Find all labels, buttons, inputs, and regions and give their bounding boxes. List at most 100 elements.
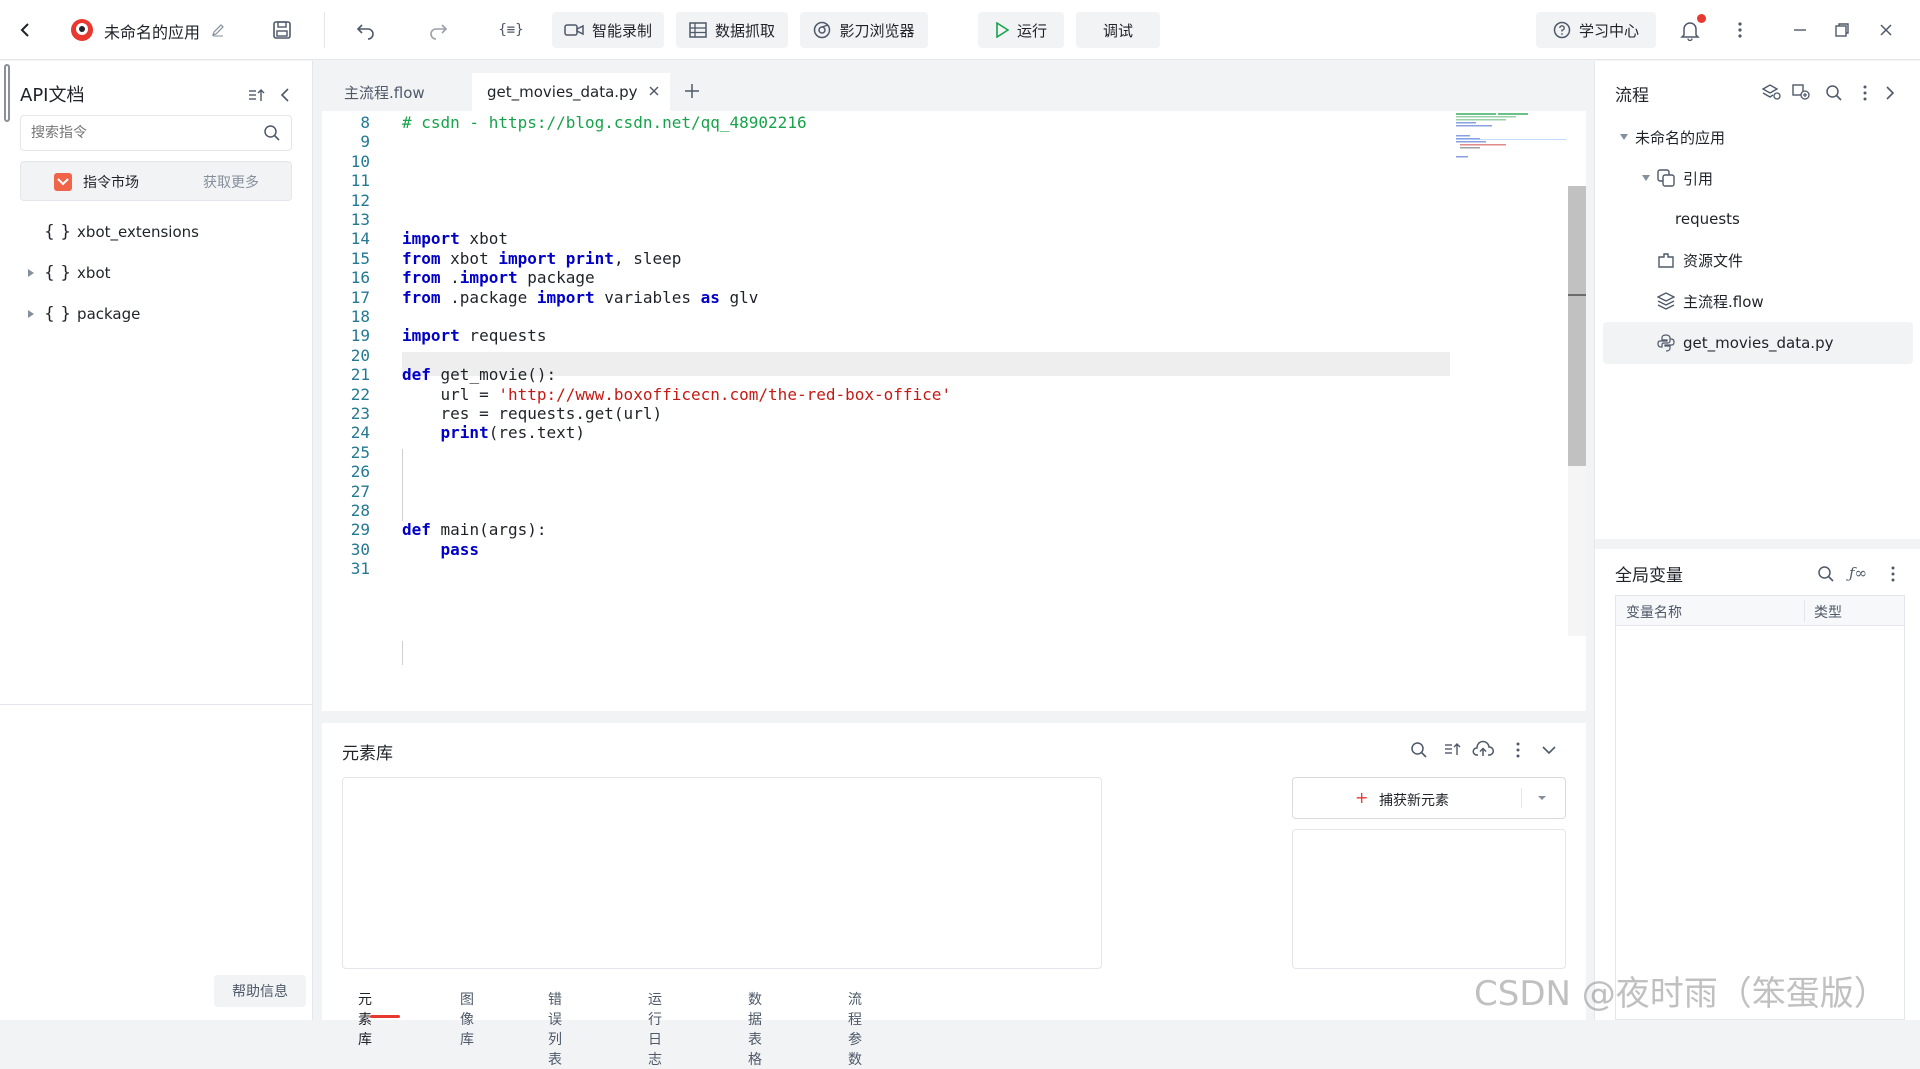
api-docs-panel: API文档 指令市场 获取更多 { } xbot_extensions { } … (0, 61, 313, 1020)
search-icon[interactable] (1410, 741, 1428, 759)
more-vertical-icon[interactable] (1863, 85, 1867, 101)
table-header-row: 变量名称 类型 (1616, 596, 1904, 626)
indent-guide (402, 641, 403, 665)
smart-record-button[interactable]: 智能录制 (552, 12, 664, 48)
module-brace-icon: { } (44, 304, 72, 324)
add-tab-icon[interactable] (684, 83, 700, 99)
restore-window-icon[interactable] (1830, 18, 1854, 42)
chevron-right-icon[interactable] (1885, 85, 1895, 101)
tree-py-file[interactable]: get_movies_data.py (1657, 326, 1833, 360)
back-arrow-icon[interactable] (14, 18, 38, 42)
editor-scrollbar-thumb[interactable] (1568, 186, 1586, 466)
minimize-icon[interactable] (1788, 18, 1812, 42)
smart-record-label: 智能录制 (591, 21, 652, 40)
resources-folder-icon (1657, 251, 1675, 269)
module-brace-icon: { } (44, 222, 72, 242)
search-icon[interactable] (1817, 565, 1835, 583)
browser-button[interactable]: 影刀浏览器 (800, 12, 928, 48)
tree-item-label: xbot_extensions (77, 223, 199, 241)
expand-caret-icon[interactable] (27, 268, 35, 278)
edit-pencil-icon[interactable] (206, 18, 230, 42)
tree-app-root[interactable]: 未命名的应用 (1635, 120, 1725, 154)
editor-tab-bar: 主流程.flow get_movies_data.py (322, 61, 1586, 111)
tab-data-table[interactable]: 数据表格 (748, 989, 762, 1069)
add-module-icon[interactable] (1791, 83, 1811, 101)
function-fx-icon[interactable]: ƒ∞ (1849, 564, 1867, 582)
panel-scroll-handle[interactable] (4, 64, 10, 122)
tree-references[interactable]: 引用 (1657, 161, 1713, 195)
tree-item-xbot-extensions[interactable]: { } xbot_extensions (44, 217, 199, 247)
app-name: 未命名的应用 (104, 23, 201, 42)
code-line[interactable]: 31 (322, 557, 1562, 581)
tab-element-library[interactable]: 元素库 (358, 989, 372, 1049)
tab-flow-params[interactable]: 流程参数 (848, 989, 862, 1069)
chevron-down-icon[interactable] (1542, 745, 1556, 755)
top-toolbar: 未命名的应用 {≡} 智能录制 数据抓取 影刀浏览器 运行 调试 学习中心 (0, 0, 1920, 60)
browser-label: 影刀浏览器 (839, 21, 915, 40)
tab-main-flow[interactable]: 主流程.flow (344, 73, 425, 111)
minimap[interactable] (1456, 111, 1566, 171)
capture-new-element-button[interactable]: + 捕获新元素 (1292, 777, 1566, 819)
tree-requests[interactable]: requests (1675, 202, 1740, 236)
global-variables-table: 变量名称 类型 (1615, 595, 1905, 1020)
more-vertical-icon[interactable] (1728, 18, 1752, 42)
tab-image-library[interactable]: 图像库 (460, 989, 474, 1049)
command-market-button[interactable]: 指令市场 获取更多 (20, 161, 292, 201)
tree-item-label: xbot (77, 264, 111, 282)
tab-run-log[interactable]: 运行日志 (648, 989, 662, 1069)
module-brace-icon: { } (44, 263, 72, 283)
code-block-icon[interactable]: {≡} (496, 18, 526, 42)
tree-item-label: package (77, 305, 141, 323)
collapse-panel-icon[interactable] (280, 87, 290, 103)
collapse-all-icon[interactable] (248, 87, 266, 103)
tree-root-label: 未命名的应用 (1635, 128, 1726, 147)
save-icon[interactable] (270, 18, 294, 42)
tree-main-flow[interactable]: 主流程.flow (1657, 284, 1764, 318)
redo-icon[interactable] (426, 18, 450, 42)
code-editor[interactable]: 8 # csdn - https://blog.csdn.net/qq_48902… (322, 111, 1586, 711)
flow-title: 流程 (1615, 86, 1649, 106)
active-tab-indicator (370, 1015, 400, 1018)
undo-icon[interactable] (354, 18, 378, 42)
learning-center-button[interactable]: 学习中心 (1536, 12, 1656, 48)
expand-caret-down-icon[interactable] (1641, 174, 1651, 182)
tree-item-package[interactable]: { } package (44, 299, 140, 329)
tree-item-xbot[interactable]: { } xbot (44, 258, 111, 288)
tab-error-list[interactable]: 错误列表 (548, 989, 562, 1069)
sort-icon[interactable] (1444, 741, 1462, 757)
debug-button[interactable]: 调试 (1076, 12, 1160, 48)
flow-panel: 流程 未命名的应用 引用 requests 资源文件 主流程.flow get_… (1594, 61, 1920, 1020)
column-header-type: 类型 (1814, 605, 1842, 621)
search-icon[interactable] (1825, 84, 1843, 102)
more-vertical-icon[interactable] (1891, 566, 1895, 582)
tree-resources[interactable]: 资源文件 (1657, 243, 1743, 277)
close-window-icon[interactable] (1874, 18, 1898, 42)
tab-get-movies-data[interactable]: get_movies_data.py (472, 73, 670, 111)
panel-separator (1595, 539, 1920, 549)
column-divider (1804, 600, 1805, 622)
cloud-upload-icon[interactable] (1472, 740, 1494, 758)
command-search-input[interactable] (31, 122, 251, 144)
global-variables-title: 全局变量 (1615, 566, 1683, 586)
get-more-link[interactable]: 获取更多 (203, 172, 259, 192)
debug-label: 调试 (1102, 21, 1133, 40)
expand-caret-icon[interactable] (27, 309, 35, 319)
column-header-name: 变量名称 (1626, 605, 1682, 621)
dropdown-caret-icon[interactable] (1537, 795, 1547, 801)
capture-new-element-label: 捕获新元素 (1379, 793, 1449, 809)
help-info-button[interactable]: 帮助信息 (214, 975, 306, 1007)
close-tab-icon[interactable] (648, 85, 660, 97)
run-button[interactable]: 运行 (978, 12, 1064, 48)
notification-dot (1697, 14, 1706, 23)
expand-caret-down-icon[interactable] (1619, 133, 1629, 141)
command-search-box[interactable] (20, 115, 292, 151)
tree-py-file-label: get_movies_data.py (1683, 334, 1834, 352)
tree-main-flow-label: 主流程.flow (1683, 292, 1764, 311)
search-icon[interactable] (263, 124, 281, 142)
element-list-area[interactable] (342, 777, 1102, 969)
more-vertical-icon[interactable] (1516, 742, 1520, 758)
data-capture-button[interactable]: 数据抓取 (676, 12, 788, 48)
video-camera-icon (564, 22, 584, 38)
flow-stack-icon[interactable] (1761, 83, 1781, 101)
api-docs-title: API文档 (20, 85, 85, 106)
